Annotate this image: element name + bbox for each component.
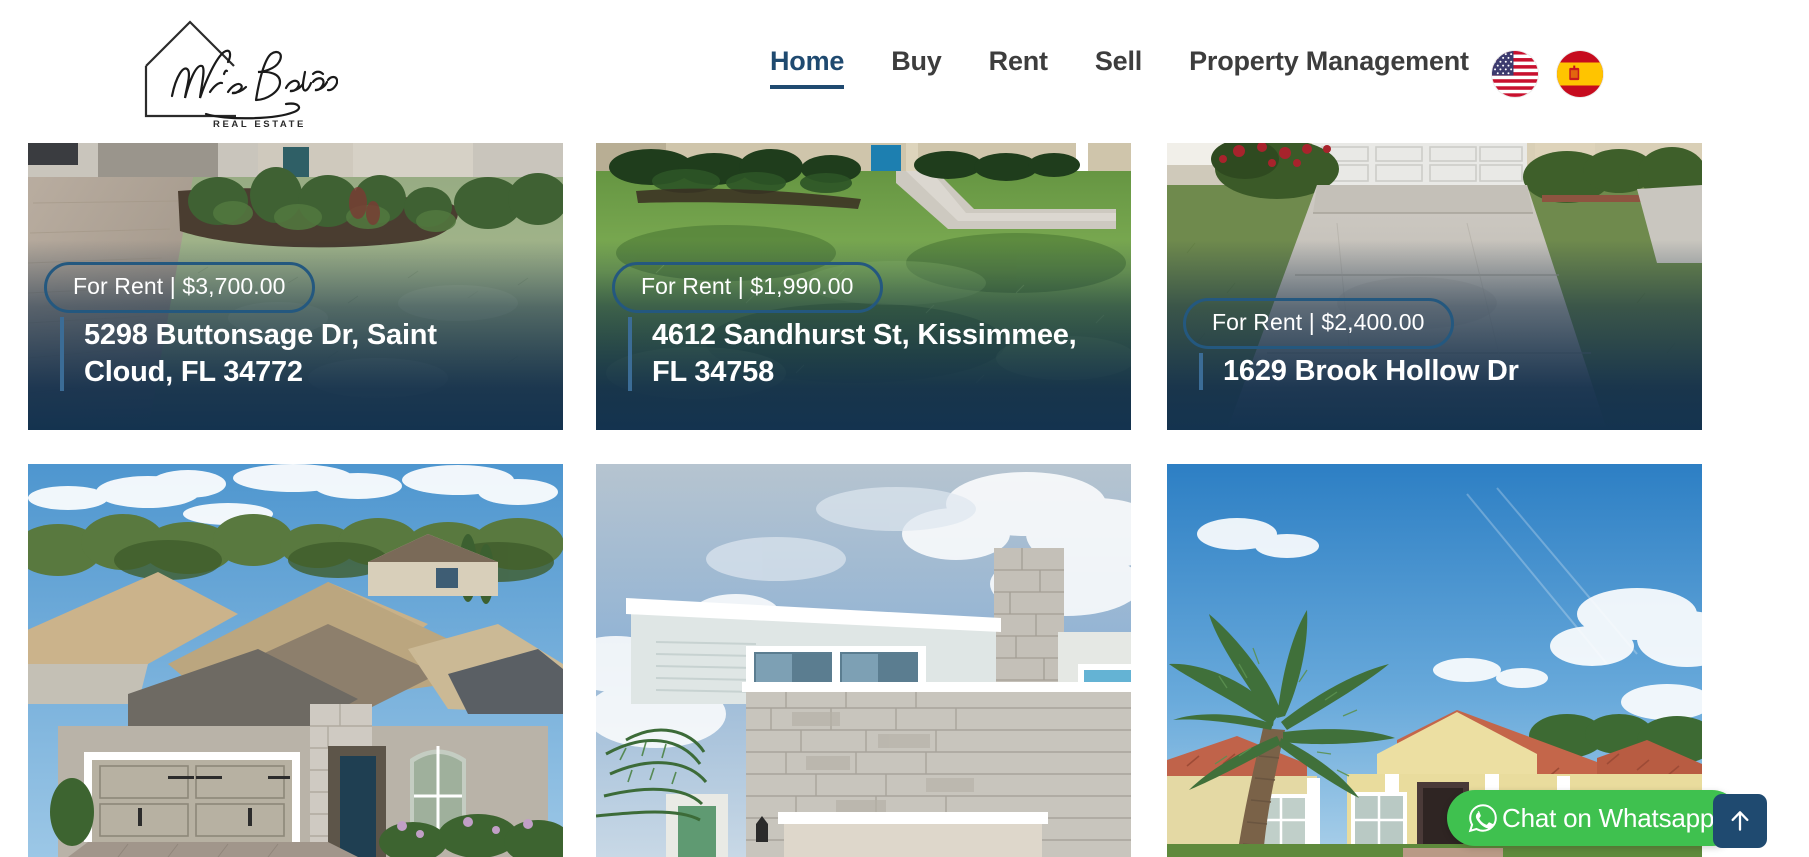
property-card[interactable] — [596, 464, 1131, 857]
listing-price-badge: For Rent | $3,700.00 — [44, 262, 315, 314]
whatsapp-label: Chat on Whatsapp — [1502, 802, 1715, 833]
listing-price-badge: For Rent | $1,990.00 — [612, 262, 883, 314]
listing-address: 1629 Brook Hollow Dr — [1199, 353, 1681, 391]
svg-text:REAL ESTATE: REAL ESTATE — [213, 119, 306, 130]
property-card[interactable]: For Rent | $1,990.00 4612 Sandhurst St, … — [596, 143, 1131, 430]
nav-item-sell[interactable]: Sell — [1095, 46, 1142, 89]
main-navigation: Home Buy Rent Sell Property Management — [770, 46, 1516, 90]
listing-address: 4612 Sandhurst St, Kissimmee, FL 34758 — [628, 317, 1110, 392]
property-card[interactable]: For Rent | $3,700.00 5298 Buttonsage Dr,… — [28, 143, 563, 430]
scroll-to-top-button[interactable] — [1713, 794, 1767, 848]
english-flag-icon[interactable] — [1492, 51, 1538, 97]
brand-logo[interactable]: REAL ESTATE — [128, 8, 338, 130]
whatsapp-chat-button[interactable]: Chat on Whatsapp — [1447, 790, 1741, 846]
site-header: REAL ESTATE Home Buy Rent Sell Property … — [0, 0, 1809, 143]
nav-item-rent[interactable]: Rent — [989, 46, 1048, 89]
whatsapp-icon — [1467, 802, 1499, 834]
listing-price-badge: For Rent | $2,400.00 — [1183, 298, 1454, 350]
language-switcher — [1492, 51, 1603, 97]
listing-address: 5298 Buttonsage Dr, Saint Cloud, FL 3477… — [60, 317, 532, 392]
spanish-flag-icon[interactable] — [1557, 51, 1603, 97]
nav-item-property-management[interactable]: Property Management — [1189, 46, 1469, 89]
property-card[interactable] — [28, 464, 563, 857]
property-card[interactable]: For Rent | $2,400.00 1629 Brook Hollow D… — [1167, 143, 1702, 430]
nav-item-buy[interactable]: Buy — [891, 46, 942, 89]
property-photo-stone-townhouse — [596, 464, 1131, 857]
property-photo-aerial-gray-home — [28, 464, 563, 857]
arrow-up-icon — [1731, 811, 1749, 831]
nav-item-home[interactable]: Home — [770, 46, 845, 90]
property-listings-grid: For Rent | $3,700.00 5298 Buttonsage Dr,… — [0, 143, 1809, 857]
